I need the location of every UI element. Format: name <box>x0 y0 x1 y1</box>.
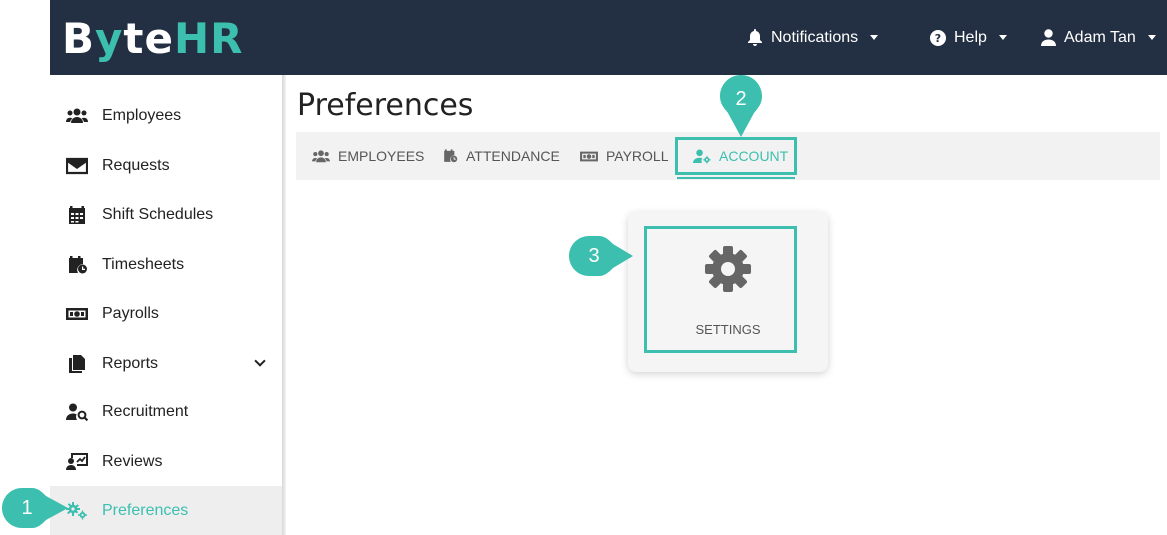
callout-marker-2-label: 2 <box>735 87 747 110</box>
sidebar-item-label: Recruitment <box>102 402 189 420</box>
sidebar-item-shift-schedules[interactable]: Shift Schedules <box>50 190 282 239</box>
question-circle-icon: ? <box>930 29 946 46</box>
sidebar: Employees Requests Shift Schedules Times… <box>50 75 282 535</box>
caret-down-icon <box>870 35 879 40</box>
logo-letters-hr: HR <box>173 14 244 63</box>
bell-icon <box>748 28 762 46</box>
users-icon <box>312 149 330 162</box>
user-name: Adam Tan <box>1064 28 1136 46</box>
chevron-down-icon[interactable] <box>254 355 266 367</box>
review-icon <box>66 452 88 470</box>
bytehr-logo[interactable]: B y te HR <box>62 15 243 63</box>
tab-label: PAYROLL <box>606 148 669 164</box>
caret-down-icon <box>998 35 1007 40</box>
sidebar-item-payrolls[interactable]: Payrolls <box>50 289 282 338</box>
logo-letters-te: te <box>123 14 174 63</box>
sidebar-item-label: Preferences <box>102 501 189 519</box>
sidebar-item-reports[interactable]: Reports <box>50 339 282 388</box>
user-menu-dropdown[interactable]: Adam Tan <box>1041 0 1156 75</box>
page-title: Preferences <box>297 88 474 123</box>
sidebar-item-reviews[interactable]: Reviews <box>50 437 282 486</box>
tab-label: ATTENDANCE <box>466 148 560 164</box>
sidebar-item-recruitment[interactable]: Recruitment <box>50 387 282 436</box>
sidebar-item-label: Requests <box>102 156 170 174</box>
calendar-clock-icon <box>444 149 458 163</box>
money-icon <box>66 307 88 320</box>
callout-marker-1-label: 1 <box>21 496 33 519</box>
calendar-clock-icon <box>69 255 87 273</box>
callout-marker-3-label: 3 <box>588 244 600 267</box>
sidebar-item-label: Reviews <box>102 452 163 470</box>
user-icon <box>1041 29 1056 46</box>
notifications-label: Notifications <box>771 28 859 46</box>
envelope-icon <box>66 157 88 174</box>
sidebar-divider <box>282 75 286 535</box>
tab-payroll[interactable]: PAYROLL <box>580 132 669 180</box>
help-dropdown[interactable]: ? Help <box>930 0 1007 75</box>
sidebar-item-label: Shift Schedules <box>102 205 214 223</box>
account-tab-highlight <box>675 137 797 175</box>
sidebar-item-label: Reports <box>102 354 159 372</box>
settings-card-highlight <box>644 226 797 353</box>
top-navbar: B y te HR Notifications ? Help Adam Tan <box>50 0 1167 75</box>
sidebar-item-employees[interactable]: Employees <box>50 91 282 140</box>
user-search-icon <box>66 403 88 421</box>
tab-employees[interactable]: EMPLOYEES <box>312 132 424 180</box>
logo-letter-y: y <box>95 14 124 63</box>
sidebar-item-label: Timesheets <box>102 255 185 273</box>
notifications-dropdown[interactable]: Notifications <box>747 0 879 75</box>
calendar-icon <box>69 205 85 224</box>
help-label: Help <box>954 28 987 46</box>
tab-label: EMPLOYEES <box>338 148 425 164</box>
caret-down-icon <box>1147 35 1156 40</box>
sidebar-item-preferences[interactable]: Preferences <box>50 486 282 535</box>
money-icon <box>580 151 598 161</box>
active-tab-underline <box>677 177 795 179</box>
tab-attendance[interactable]: ATTENDANCE <box>442 132 560 180</box>
sidebar-item-timesheets[interactable]: Timesheets <box>50 240 282 289</box>
svg-text:?: ? <box>935 32 941 45</box>
users-icon <box>66 108 88 123</box>
sidebar-item-label: Payrolls <box>102 304 159 322</box>
gears-icon <box>66 501 87 519</box>
sidebar-item-label: Employees <box>102 106 182 124</box>
logo-letter-b: B <box>62 14 96 63</box>
document-icon <box>69 354 85 373</box>
sidebar-item-requests[interactable]: Requests <box>50 141 282 190</box>
